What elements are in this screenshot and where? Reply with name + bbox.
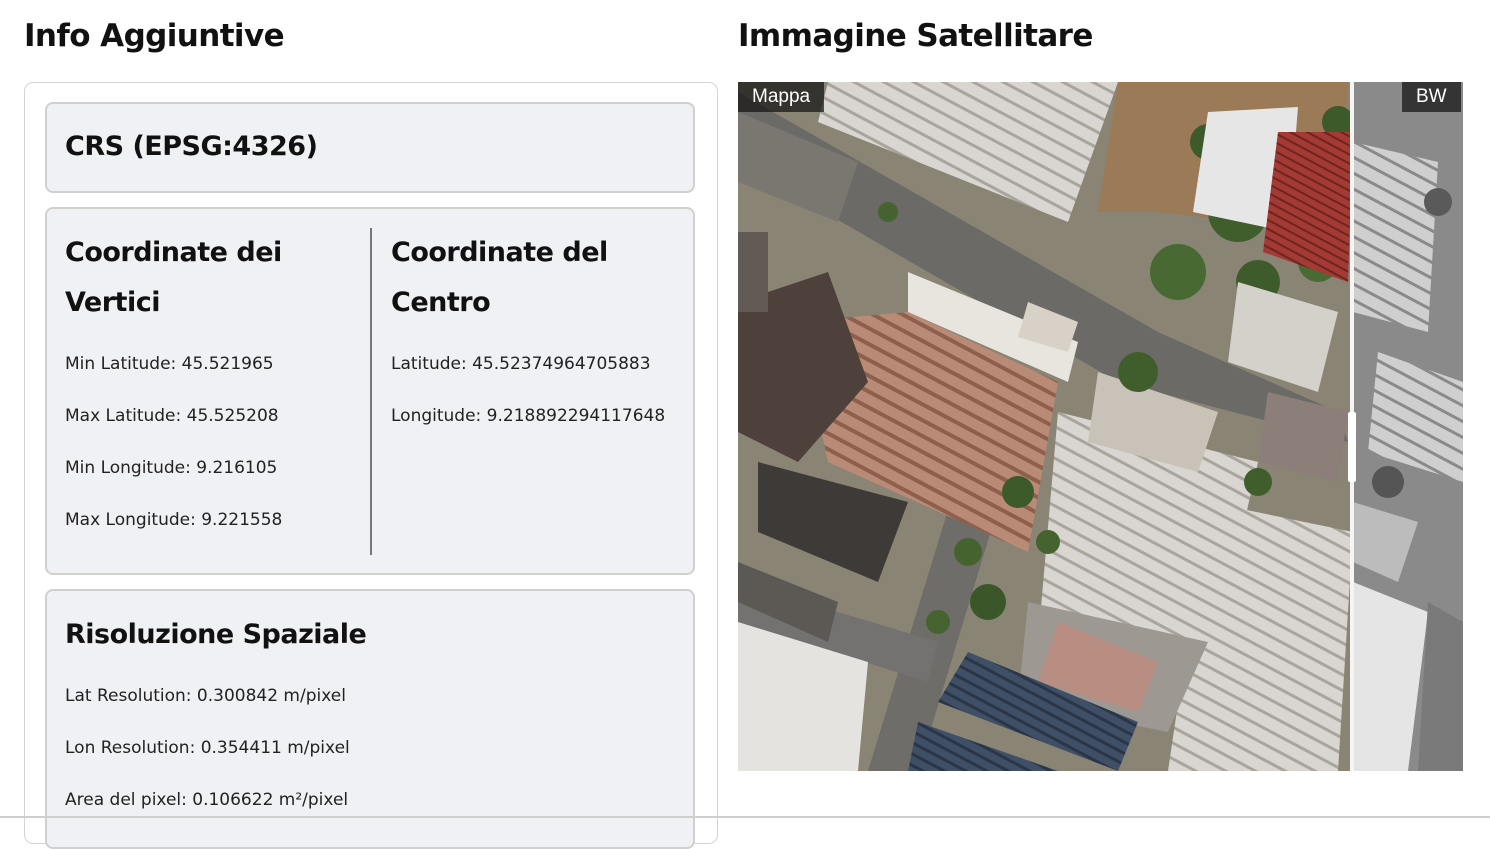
- bw-label: BW: [1402, 82, 1461, 112]
- max-longitude: Max Longitude: 9.221558: [65, 510, 283, 530]
- satellite-image-comparison[interactable]: [738, 82, 1463, 771]
- vertices-title-line2: Vertici: [65, 287, 160, 318]
- center-title-line2: Centro: [391, 287, 491, 318]
- vertices-title-line1: Coordinate dei: [65, 237, 282, 268]
- lat-resolution: Lat Resolution: 0.300842 m/pixel: [65, 686, 346, 706]
- min-latitude: Min Latitude: 45.521965: [65, 354, 274, 374]
- satellite-image: [738, 82, 1463, 771]
- min-longitude: Min Longitude: 9.216105: [65, 458, 278, 478]
- lon-resolution: Lon Resolution: 0.354411 m/pixel: [65, 738, 350, 758]
- map-label: Mappa: [738, 82, 825, 112]
- column-divider: [370, 228, 372, 555]
- satellite-heading: Immagine Satellitare: [738, 18, 1093, 54]
- info-heading: Info Aggiuntive: [24, 18, 285, 54]
- pixel-area: Area del pixel: 0.106622 m²/pixel: [65, 790, 349, 810]
- max-latitude: Max Latitude: 45.525208: [65, 406, 279, 426]
- crs-title: CRS (EPSG:4326): [65, 131, 318, 162]
- center-longitude: Longitude: 9.218892294117648: [391, 406, 666, 426]
- center-title-line1: Coordinate del: [391, 237, 608, 268]
- center-latitude: Latitude: 45.52374964705883: [391, 354, 651, 374]
- resolution-title: Risoluzione Spaziale: [65, 619, 367, 650]
